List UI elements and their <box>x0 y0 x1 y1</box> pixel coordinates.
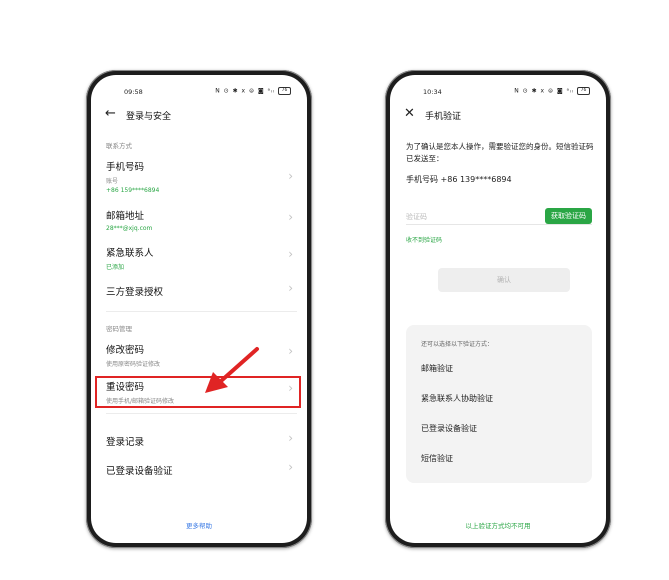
phone-verification-screen: 10:34 N ⊙ ✱ ⅹ ⊜ ◙ ᵃᵢₗ 76 ✕ 手机验证 为了确认是您本人… <box>390 75 606 543</box>
chevron-right-icon: › <box>288 431 293 445</box>
status-time: 10:34 <box>423 88 442 96</box>
alt-method-device[interactable]: 已登录设备验证 <box>421 423 477 434</box>
phone-frame-left: 09:58 N ⊙ ✱ ⅹ ⊜ ◙ ᵃᵢₗ 76 ← 登录与安全 联系方式 手机… <box>86 70 312 548</box>
list-item-login-records[interactable]: 登录记录 › <box>106 431 297 448</box>
item-sub-account: 账号 <box>106 178 119 185</box>
code-field[interactable]: 验证码 获取验证码 <box>406 208 592 225</box>
more-help-link[interactable]: 更多帮助 <box>91 520 307 530</box>
section-label-password: 密码管理 <box>106 325 132 333</box>
alternative-methods-card: 还可以选择以下验证方式： 邮箱验证 紧急联系人协助验证 已登录设备验证 短信验证 <box>406 325 592 483</box>
status-bar: 10:34 N ⊙ ✱ ⅹ ⊜ ◙ ᵃᵢₗ 76 <box>390 86 606 98</box>
section-label-contact: 联系方式 <box>106 142 132 150</box>
page-title: 手机验证 <box>425 112 462 122</box>
no-code-link[interactable]: 收不到验证码 <box>406 235 442 244</box>
item-title: 邮箱地址 <box>106 211 145 222</box>
alt-method-sms[interactable]: 短信验证 <box>421 453 453 464</box>
chevron-right-icon: › <box>288 460 293 474</box>
status-time: 09:58 <box>124 88 143 96</box>
item-title: 紧急联系人 <box>106 248 154 259</box>
status-icon-glyphs: N ⊙ ✱ ⅹ ⊜ ◙ ᵃᵢₗ <box>514 87 575 95</box>
chevron-right-icon: › <box>288 210 293 224</box>
item-sub: 已添加 <box>106 264 125 271</box>
alt-methods-title: 还可以选择以下验证方式： <box>421 341 494 348</box>
item-title: 三方登录授权 <box>106 287 164 298</box>
chevron-right-icon: › <box>288 169 293 183</box>
divider <box>106 413 297 414</box>
status-icons: N ⊙ ✱ ⅹ ⊜ ◙ ᵃᵢₗ 76 <box>215 87 291 95</box>
login-security-screen: 09:58 N ⊙ ✱ ⅹ ⊜ ◙ ᵃᵢₗ 76 ← 登录与安全 联系方式 手机… <box>91 75 307 543</box>
chevron-right-icon: › <box>288 281 293 295</box>
phone-number-text: 手机号码 +86 139****6894 <box>406 175 512 184</box>
confirm-button[interactable]: 确认 <box>438 268 570 292</box>
back-arrow-icon[interactable]: ← <box>105 106 116 121</box>
status-icons: N ⊙ ✱ ⅹ ⊜ ◙ ᵃᵢₗ 76 <box>514 87 590 95</box>
item-title: 已登录设备验证 <box>106 466 173 477</box>
divider <box>106 311 297 312</box>
verification-description: 为了确认是您本人操作，需要验证您的身份。短信验证码已发送至： <box>406 142 594 163</box>
list-item-phone[interactable]: 手机号码 账号 +86 159****6894 › <box>106 159 297 194</box>
list-item-device-verification[interactable]: 已登录设备验证 › <box>106 460 297 477</box>
nav-bar: ✕ 手机验证 <box>404 106 596 124</box>
close-icon[interactable]: ✕ <box>404 106 415 121</box>
item-title: 登录记录 <box>106 437 145 448</box>
list-item-email[interactable]: 邮箱地址 28***@xjq.com › <box>106 208 297 232</box>
get-code-button[interactable]: 获取验证码 <box>545 208 592 224</box>
phone-frame-right: 10:34 N ⊙ ✱ ⅹ ⊜ ◙ ᵃᵢₗ 76 ✕ 手机验证 为了确认是您本人… <box>385 70 611 548</box>
item-sub-phone: +86 159****6894 <box>106 187 160 194</box>
page-title: 登录与安全 <box>126 112 172 122</box>
item-title: 手机号码 <box>106 162 145 173</box>
nav-bar: ← 登录与安全 <box>105 106 297 124</box>
methods-unavailable-link[interactable]: 以上验证方式均不可用 <box>390 520 606 530</box>
chevron-right-icon: › <box>288 344 293 358</box>
battery-icon: 76 <box>577 87 590 95</box>
code-input-placeholder[interactable]: 验证码 <box>406 212 427 222</box>
status-bar: 09:58 N ⊙ ✱ ⅹ ⊜ ◙ ᵃᵢₗ 76 <box>91 86 307 98</box>
alt-method-email[interactable]: 邮箱验证 <box>421 363 453 374</box>
chevron-right-icon: › <box>288 247 293 261</box>
battery-icon: 76 <box>278 87 291 95</box>
list-item-emergency-contact[interactable]: 紧急联系人 已添加 › <box>106 245 297 271</box>
status-icon-glyphs: N ⊙ ✱ ⅹ ⊜ ◙ ᵃᵢₗ <box>215 87 276 95</box>
item-sub: 28***@xjq.com <box>106 225 153 232</box>
list-item-third-party-auth[interactable]: 三方登录授权 › <box>106 281 297 298</box>
alt-method-emergency-contact[interactable]: 紧急联系人协助验证 <box>421 393 493 404</box>
annotation-arrow-icon <box>205 347 259 393</box>
